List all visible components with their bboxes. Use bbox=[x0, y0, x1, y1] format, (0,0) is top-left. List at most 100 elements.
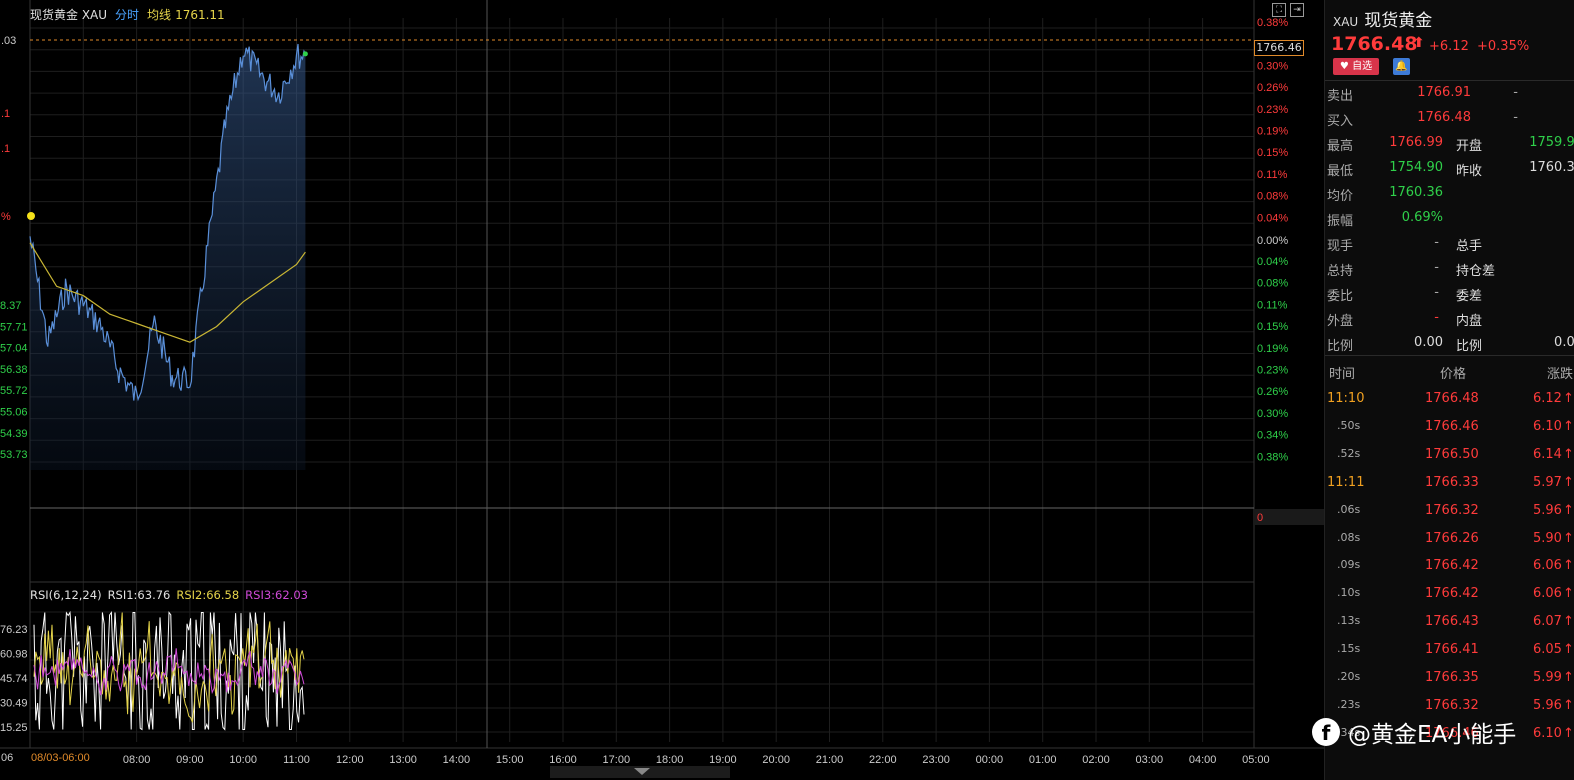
quote-panel: XAU 现货黄金 1766.48 ⬆ +6.12 +0.35% ♥ 自选 🔔 卖出… bbox=[1324, 0, 1574, 780]
quote-row: 比例 0.00 比例 0.00 bbox=[1325, 330, 1574, 355]
time-axis-tick: 22:00 bbox=[869, 754, 897, 766]
ticks-header-time: 时间 bbox=[1329, 367, 1356, 382]
intraday-chart[interactable]: .03 .1 .1% 8.37 57.71 57.04 56.38 55.72 55.06 54.… bbox=[0, 0, 1324, 780]
last-price: 1766.48 bbox=[1331, 33, 1418, 55]
tick-price: 1766.33 bbox=[1425, 474, 1479, 490]
tick-time: .15s bbox=[1337, 642, 1361, 656]
left-axis-tick: % bbox=[1, 211, 11, 223]
collapse-button[interactable] bbox=[550, 766, 730, 778]
quote-label-2: 开盘 bbox=[1456, 139, 1483, 154]
instrument-name: 现货黄金 XAU bbox=[30, 8, 108, 22]
tick-price: 1766.32 bbox=[1425, 502, 1479, 518]
tick-row[interactable]: .20s 1766.35 5.99 ↑ bbox=[1325, 665, 1574, 690]
tick-up-arrow-icon: ↑ bbox=[1563, 614, 1574, 630]
time-axis-tick: 04:00 bbox=[1189, 754, 1217, 766]
ticks-header-price: 价格 bbox=[1440, 367, 1467, 382]
tick-time: .08s bbox=[1337, 530, 1361, 544]
tick-up-arrow-icon: ↑ bbox=[1563, 642, 1574, 658]
tick-change: 6.14 bbox=[1533, 446, 1562, 462]
pct-axis-tick: 0.23% bbox=[1257, 365, 1288, 377]
tick-time: 11:10 bbox=[1327, 391, 1365, 406]
tick-row[interactable]: .52s 1766.50 6.14 ↑ bbox=[1325, 442, 1574, 467]
tick-change: 6.05 bbox=[1533, 642, 1562, 658]
tick-price: 1766.46 bbox=[1425, 418, 1479, 434]
watermark: f @黄金EA小能手 bbox=[1312, 715, 1516, 749]
quote-label: 委比 bbox=[1327, 289, 1354, 304]
instrument-code: XAU bbox=[1333, 15, 1359, 29]
panel-toggle-icon[interactable]: ⇥ bbox=[1290, 3, 1304, 17]
price-change-pct: +0.35% bbox=[1477, 39, 1530, 54]
tick-up-arrow-icon: ↑ bbox=[1563, 586, 1574, 602]
add-favorite-button[interactable]: ♥ 自选 bbox=[1333, 58, 1379, 75]
pct-axis-tick: 0.00% bbox=[1257, 235, 1288, 247]
tick-time: .09s bbox=[1337, 558, 1361, 572]
quote-row: 外盘-内盘- bbox=[1325, 305, 1574, 330]
quote-label-2: 持仓差 bbox=[1456, 264, 1496, 279]
quote-row: 卖出 1766.91 - bbox=[1325, 80, 1574, 105]
tick-up-arrow-icon: ↑ bbox=[1563, 502, 1574, 518]
quote-value: 0.69% bbox=[1401, 210, 1443, 225]
tick-time: .13s bbox=[1337, 614, 1361, 628]
left-axis-tick: .1 bbox=[1, 108, 10, 120]
quote-value: 1760.36 bbox=[1389, 185, 1443, 200]
pct-axis-tick: 0.30% bbox=[1257, 60, 1288, 72]
quote-label-2: 委差 bbox=[1456, 289, 1483, 304]
pct-axis-tick: 0.11% bbox=[1257, 299, 1288, 311]
tick-up-arrow-icon: ↑ bbox=[1563, 391, 1574, 406]
tick-price: 1766.32 bbox=[1425, 697, 1479, 713]
tick-change: 5.97 bbox=[1533, 474, 1562, 490]
left-axis-tick: 06 bbox=[1, 752, 13, 764]
tick-row[interactable]: .10s 1766.42 6.06 ↑ bbox=[1325, 581, 1574, 606]
quote-value: 1754.90 bbox=[1389, 160, 1443, 175]
left-axis-tick: .1 bbox=[1, 143, 10, 155]
pct-axis-tick: 0.38% bbox=[1257, 17, 1288, 29]
rsi3-value: RSI3:62.03 bbox=[245, 588, 308, 602]
tick-up-arrow-icon: ↑ bbox=[1563, 697, 1574, 713]
time-axis-tick: 13:00 bbox=[389, 754, 417, 766]
avg-line-label: 均线 1761.11 bbox=[147, 8, 225, 22]
tick-up-arrow-icon: ↑ bbox=[1563, 418, 1574, 434]
tick-time: .52s bbox=[1337, 446, 1361, 460]
quote-value: - bbox=[1434, 260, 1439, 275]
price-area bbox=[30, 44, 306, 470]
left-axis-tick: 55.72 bbox=[0, 385, 28, 397]
quote-row: 买入 1766.48 - bbox=[1325, 105, 1574, 130]
tick-time: .10s bbox=[1337, 586, 1361, 600]
mode-tab-intraday[interactable]: 分时 bbox=[115, 6, 139, 23]
quote-value-2: 1759.98 bbox=[1529, 135, 1574, 150]
quote-row: 振幅 0.69% bbox=[1325, 205, 1574, 230]
time-axis-tick: 09:00 bbox=[176, 754, 204, 766]
tick-change: 6.07 bbox=[1533, 614, 1562, 630]
pct-axis-tick: 0.23% bbox=[1257, 104, 1288, 116]
bell-icon[interactable]: 🔔 bbox=[1393, 58, 1410, 75]
left-axis-tick: 53.73 bbox=[0, 449, 28, 461]
tick-price: 1766.26 bbox=[1425, 530, 1479, 546]
tick-row[interactable]: .08s 1766.26 5.90 ↑ bbox=[1325, 526, 1574, 551]
tick-row[interactable]: .13s 1766.43 6.07 ↑ bbox=[1325, 609, 1574, 634]
tick-row[interactable]: .06s 1766.32 5.96 ↑ bbox=[1325, 498, 1574, 523]
pct-axis-tick: 0.34% bbox=[1257, 430, 1288, 442]
quote-label: 振幅 bbox=[1327, 214, 1354, 229]
time-axis-tick: 16:00 bbox=[549, 754, 577, 766]
time-axis-tick: 21:00 bbox=[816, 754, 844, 766]
tick-row[interactable]: 11:10 1766.48 6.12 ↑ bbox=[1325, 386, 1574, 411]
tick-up-arrow-icon: ↑ bbox=[1563, 474, 1574, 490]
tick-time: .06s bbox=[1337, 502, 1361, 516]
tick-change: 6.06 bbox=[1533, 586, 1562, 602]
time-axis-tick: 02:00 bbox=[1082, 754, 1110, 766]
quote-value: 1766.99 bbox=[1389, 135, 1443, 150]
chevron-down-icon bbox=[634, 768, 650, 775]
pct-axis-tick: 0.30% bbox=[1257, 408, 1288, 420]
tick-row[interactable]: .50s 1766.46 6.10 ↑ bbox=[1325, 414, 1574, 439]
quote-value-2: - bbox=[1513, 85, 1518, 100]
tick-row[interactable]: .09s 1766.42 6.06 ↑ bbox=[1325, 553, 1574, 578]
tick-row[interactable]: .15s 1766.41 6.05 ↑ bbox=[1325, 637, 1574, 662]
left-axis-tick: 8.37 bbox=[0, 300, 21, 312]
fullscreen-icon[interactable]: ⛶ bbox=[1272, 3, 1286, 17]
quote-label: 均价 bbox=[1327, 189, 1354, 204]
left-axis-tick: 57.71 bbox=[0, 321, 28, 333]
tick-row[interactable]: 11:11 1766.33 5.97 ↑ bbox=[1325, 470, 1574, 495]
quote-label: 最高 bbox=[1327, 139, 1354, 154]
tick-up-arrow-icon: ↑ bbox=[1563, 558, 1574, 574]
rsi-params[interactable]: RSI(6,12,24) bbox=[30, 588, 102, 602]
